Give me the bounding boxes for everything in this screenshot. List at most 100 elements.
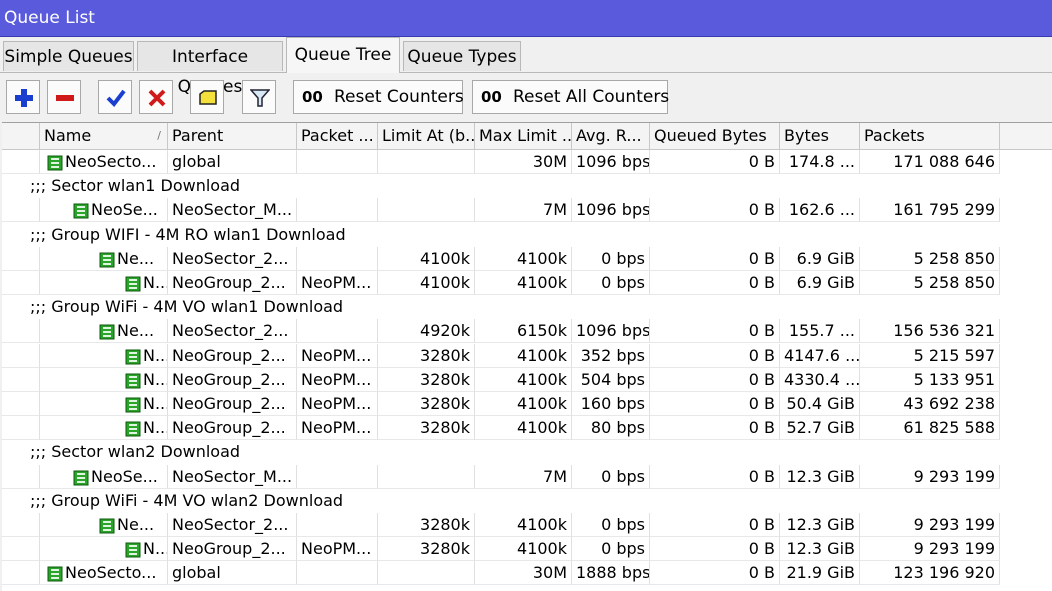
header-avg-rate[interactable]: Avg. R... <box>572 123 650 149</box>
tab-queue-tree[interactable]: Queue Tree <box>286 37 400 73</box>
header-packet-marks[interactable]: Packet ... <box>297 123 378 149</box>
comment-row[interactable]: ;;; Group WiFi - 4M VO wlan1 Download <box>2 295 1052 319</box>
row-selector[interactable] <box>2 537 40 562</box>
queued-cell: 0 B <box>650 246 780 271</box>
comment-row[interactable]: ;;; Group WIFI - 4M RO wlan1 Download <box>2 223 1052 247</box>
table-row[interactable]: N... NeoGroup_2... NeoPM... 3280k 4100k 160 b… <box>2 392 1052 416</box>
header-name[interactable]: Name / <box>40 123 168 149</box>
header-queued-bytes[interactable]: Queued Bytes <box>650 123 780 149</box>
header-selector[interactable] <box>2 123 40 149</box>
table-row[interactable]: N... NeoGroup_2... NeoPM... 3280k 4100k 0 bps… <box>2 537 1052 562</box>
comment-row[interactable]: ;;; Group WiFi - 4M VO wlan2 Download <box>2 489 1052 513</box>
packet-cell: NeoPM... <box>297 367 378 392</box>
queue-icon <box>125 542 141 558</box>
packets-cell: 5 215 597 <box>860 343 1000 368</box>
bytes-cell: 4147.6 ... <box>780 343 860 368</box>
reset-counters-button[interactable]: 00 Reset Counters <box>293 80 464 114</box>
tab-bar: Simple Queues Interface Queues Queue Tre… <box>0 36 1052 97</box>
header-max-limit[interactable]: Max Limit ... <box>475 123 572 149</box>
name-cell: Ne... <box>40 513 168 537</box>
reset-all-counters-button[interactable]: 00 Reset All Counters <box>472 80 669 114</box>
header-parent[interactable]: Parent <box>168 123 297 149</box>
header-packets[interactable]: Packets <box>860 123 1000 149</box>
reset-all-counters-icon: 00 <box>481 88 502 106</box>
tab-queue-types[interactable]: Queue Types <box>403 41 521 71</box>
bytes-cell: 162.6 ... <box>780 198 860 223</box>
limit-at-cell <box>378 561 475 586</box>
row-selector[interactable] <box>2 319 40 344</box>
remove-button[interactable] <box>47 80 81 114</box>
bytes-cell: 12.3 GiB <box>780 537 860 562</box>
max-limit-cell: 30M <box>475 150 572 174</box>
table-row[interactable]: NeoSecto... global 30M 1888 bps 0 B 21.9 GiB 1… <box>2 561 1052 586</box>
table-row[interactable]: N... NeoGroup_2... NeoPM... 3280k 4100k 352 b… <box>2 343 1052 368</box>
add-button[interactable] <box>6 80 40 114</box>
table-row[interactable]: NeoSe... NeoSector_M... 7M 0 bps 0 B 12.3 GiB… <box>2 464 1052 489</box>
header-bytes[interactable]: Bytes <box>780 123 860 149</box>
packets-cell: 9 293 199 <box>860 464 1000 489</box>
avg-cell: 0 bps <box>572 513 650 537</box>
row-selector[interactable] <box>2 513 40 537</box>
plus-icon <box>15 89 33 107</box>
max-limit-cell: 4100k <box>475 392 572 416</box>
reset-counters-label: Reset Counters <box>334 87 464 107</box>
row-selector[interactable] <box>2 343 40 368</box>
row-selector[interactable] <box>2 271 40 295</box>
packets-cell: 5 258 850 <box>860 246 1000 271</box>
max-limit-cell: 4100k <box>475 537 572 562</box>
bytes-cell: 174.8 ... <box>780 150 860 174</box>
queue-icon <box>73 203 89 219</box>
row-selector[interactable] <box>2 367 40 392</box>
queue-name: Ne... <box>117 248 155 268</box>
table-row[interactable]: Ne... NeoSector_2... 4920k 6150k 1096 bps 0 B… <box>2 319 1052 344</box>
parent-cell: global <box>168 561 297 586</box>
comment-row[interactable]: ;;; Sector wlan2 Download <box>2 440 1052 464</box>
header-limit-at[interactable]: Limit At (b... <box>378 123 475 149</box>
toolbar: 00 Reset Counters 00 Reset All Counters <box>0 72 1052 122</box>
table-row[interactable]: N... NeoGroup_2... NeoPM... 4100k 4100k 0 bps… <box>2 271 1052 295</box>
enable-button[interactable] <box>98 80 132 114</box>
parent-cell: NeoSector_M... <box>168 464 297 489</box>
header-filler <box>1000 123 1052 149</box>
max-limit-cell: 6150k <box>475 319 572 344</box>
avg-cell: 160 bps <box>572 392 650 416</box>
max-limit-cell: 4100k <box>475 271 572 295</box>
comment-row[interactable]: ;;; Sector wlan1 Download <box>2 174 1052 198</box>
tab-simple-queues[interactable]: Simple Queues <box>3 41 134 71</box>
reset-counters-icon: 00 <box>302 88 323 106</box>
disable-button[interactable] <box>139 80 173 114</box>
packets-cell: 9 293 199 <box>860 537 1000 562</box>
limit-at-cell <box>378 198 475 223</box>
row-selector[interactable] <box>2 246 40 271</box>
queue-name: NeoSe... <box>91 466 158 486</box>
check-icon <box>106 89 126 108</box>
row-selector[interactable] <box>2 416 40 441</box>
max-limit-cell: 4100k <box>475 367 572 392</box>
comment-button[interactable] <box>190 80 224 114</box>
max-limit-cell: 7M <box>475 198 572 223</box>
parent-cell: NeoSector_2... <box>168 513 297 537</box>
row-selector[interactable] <box>2 392 40 416</box>
table-row[interactable]: NeoSecto... global 30M 1096 bps 0 B 174.8 ...… <box>2 150 1052 174</box>
table-row[interactable]: Ne... NeoSector_2... 4100k 4100k 0 bps 0 B 6.9… <box>2 246 1052 271</box>
filter-button[interactable] <box>242 80 276 114</box>
table-row[interactable]: N... NeoGroup_2... NeoPM... 3280k 4100k 80 bp… <box>2 416 1052 441</box>
name-cell: N... <box>40 271 168 295</box>
packet-cell <box>297 513 378 537</box>
table-row[interactable]: NeoSe... NeoSector_M... 7M 1096 bps 0 B 162.6… <box>2 198 1052 223</box>
row-selector[interactable] <box>2 464 40 489</box>
packet-cell <box>297 561 378 586</box>
packets-cell: 5 133 951 <box>860 367 1000 392</box>
limit-at-cell <box>378 150 475 174</box>
table-row[interactable]: Ne... NeoSector_2... 3280k 4100k 0 bps 0 B 12.… <box>2 513 1052 537</box>
row-selector[interactable] <box>2 198 40 223</box>
tab-interface-queues[interactable]: Interface Queues <box>137 41 283 97</box>
avg-cell: 1096 bps <box>572 198 650 223</box>
parent-cell: NeoGroup_2... <box>168 416 297 441</box>
row-selector[interactable] <box>2 150 40 174</box>
row-selector[interactable] <box>2 561 40 586</box>
table-row[interactable]: N... NeoGroup_2... NeoPM... 3280k 4100k 504 b… <box>2 367 1052 392</box>
max-limit-cell: 7M <box>475 464 572 489</box>
comment-icon <box>199 90 217 105</box>
bytes-cell: 4330.4 ... <box>780 367 860 392</box>
